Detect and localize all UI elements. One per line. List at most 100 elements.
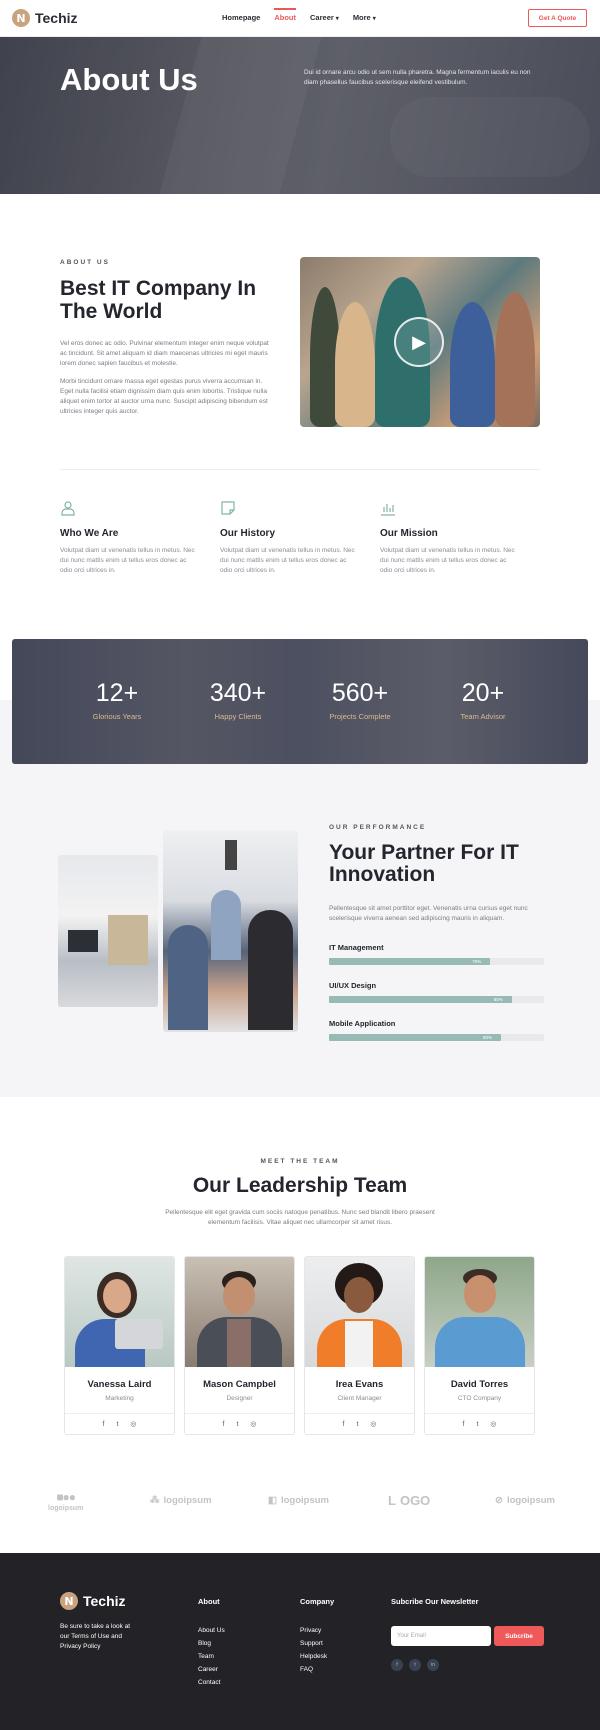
footer-description: Be sure to take a look at our Terms of U… — [60, 1623, 131, 1650]
instagram-icon[interactable]: ◎ — [130, 1420, 136, 1428]
client-logo-text: logoipsum — [163, 1495, 212, 1506]
stat-item: 12+ Glorious Years — [62, 679, 172, 721]
shirt-shape — [227, 1319, 251, 1367]
logo-dots-icon: ⁂ — [150, 1495, 160, 1506]
client-logo: ◧ logoipsum — [268, 1495, 329, 1506]
footer-brand-logo[interactable]: N Techiz — [60, 1592, 126, 1610]
twitter-icon[interactable]: t — [356, 1421, 358, 1428]
feature-title: Our History — [220, 528, 276, 539]
avatar — [305, 1257, 414, 1367]
twitter-icon[interactable]: t — [476, 1421, 478, 1428]
monitor-shape — [68, 930, 98, 952]
feature-text: Volutpat diam ut venenatis tellus in met… — [380, 547, 515, 574]
brand-logo[interactable]: N Techiz — [12, 9, 78, 27]
person-silhouette — [495, 292, 535, 427]
facebook-icon[interactable]: f — [222, 1421, 224, 1428]
member-role: Client Manager — [337, 1395, 382, 1402]
skill-percent: 75% — [472, 959, 482, 964]
team-heading: Our Leadership Team — [192, 1174, 408, 1197]
menu-item-more[interactable]: More ▾ — [353, 13, 376, 22]
facebook-icon[interactable]: f — [462, 1421, 464, 1428]
social-links: f t ◎ — [305, 1413, 414, 1434]
chevron-down-icon: ▾ — [335, 16, 339, 22]
member-name: Vanessa Laird — [87, 1379, 152, 1390]
social-links: f t ◎ — [425, 1413, 534, 1434]
footer-column-title: Subcribe Our Newsletter — [391, 1597, 479, 1606]
person-silhouette — [248, 910, 293, 1030]
skill-percent: 85% — [493, 997, 503, 1002]
member-role: Designer — [226, 1395, 253, 1402]
instagram-icon[interactable]: ◎ — [370, 1420, 376, 1428]
avatar — [185, 1257, 294, 1367]
footer-newsletter-column: Subcribe Our Newsletter — [391, 1597, 479, 1606]
footer-link[interactable]: Career — [198, 1663, 225, 1676]
page-title: About Us — [60, 62, 198, 97]
feature-text: Volutpat diam ut venenatis tellus in met… — [60, 547, 195, 574]
logo-mark-icon: N — [60, 1592, 78, 1610]
menu-item-homepage[interactable]: Homepage — [222, 13, 260, 22]
face-shape — [464, 1275, 496, 1313]
logo-circle-icon: ⊘ — [495, 1495, 503, 1506]
shirt-shape — [435, 1317, 525, 1367]
footer-link[interactable]: Support — [300, 1637, 334, 1650]
logo-l-icon: L — [388, 1493, 396, 1508]
footer-about-column: About About Us Blog Team Career Contact — [198, 1597, 225, 1689]
about-eyebrow: ABOUT US — [60, 259, 110, 266]
hero-description: Dui id ornare arcu odio ut sem nulla pha… — [304, 69, 531, 86]
stat-label: Glorious Years — [92, 712, 142, 721]
newsletter-email-input[interactable]: Your Email — [391, 1626, 491, 1646]
footer-brand-name: Techiz — [83, 1593, 126, 1609]
footer-link[interactable]: FAQ — [300, 1663, 334, 1676]
client-logo: ⊘ logoipsum — [495, 1495, 555, 1506]
footer-link[interactable]: Contact — [198, 1676, 225, 1689]
footer-column-title: Company — [300, 1597, 335, 1606]
footer-link[interactable]: Helpdesk — [300, 1650, 334, 1663]
twitter-icon[interactable]: t — [236, 1421, 238, 1428]
performance-heading: Your Partner For IT Innovation — [329, 841, 519, 886]
footer-link-list: About Us Blog Team Career Contact — [198, 1624, 225, 1689]
stat-item: 340+ Happy Clients — [183, 679, 293, 721]
lamp-shape — [225, 840, 237, 870]
team-card: David Torres CTO Company f t ◎ — [424, 1256, 535, 1435]
get-quote-button[interactable]: Get A Quote — [528, 9, 587, 27]
person-silhouette — [211, 890, 241, 960]
person-silhouette — [168, 925, 208, 1030]
client-logos: ■●● logoipsum ⁂ logoipsum ◧ logoipsum L … — [0, 1490, 600, 1514]
shirt-shape — [345, 1321, 373, 1367]
client-logo-text: OGO — [399, 1493, 431, 1508]
skill-label: Mobile Application — [329, 1019, 396, 1028]
client-logo: ■●● logoipsum — [48, 1490, 83, 1512]
feature-text: Volutpat diam ut venenatis tellus in met… — [220, 547, 355, 574]
facebook-icon[interactable]: f — [342, 1421, 344, 1428]
footer-link-list: Privacy Support Helpdesk FAQ — [300, 1624, 334, 1676]
footer-company-column: Company Privacy Support Helpdesk FAQ — [300, 1597, 334, 1676]
subscribe-button[interactable]: Subcribe — [494, 1626, 544, 1646]
footer-social-links: f t in — [391, 1659, 439, 1671]
facebook-icon[interactable]: f — [102, 1421, 104, 1428]
play-video-button[interactable]: ▶ — [394, 317, 444, 367]
feature-title: Our Mission — [380, 528, 438, 539]
footer: N Techiz Be sure to take a look at our T… — [0, 1553, 600, 1730]
linkedin-icon[interactable]: in — [427, 1659, 439, 1671]
footer-link[interactable]: About Us — [198, 1624, 225, 1637]
instagram-icon[interactable]: ◎ — [490, 1420, 496, 1428]
instagram-icon[interactable]: ◎ — [250, 1420, 256, 1428]
team-card: Mason Campbel Designer f t ◎ — [184, 1256, 295, 1435]
tablet-shape — [115, 1319, 163, 1349]
menu-item-about[interactable]: About — [274, 8, 296, 22]
skill-bar: UI/UX Design 85% — [329, 981, 544, 1003]
avatar — [425, 1257, 534, 1367]
page: N Techiz Homepage About Career ▾ More ▾ Ge… — [0, 0, 600, 1730]
chevron-down-icon: ▾ — [372, 16, 376, 22]
footer-link[interactable]: Privacy — [300, 1624, 334, 1637]
footer-link[interactable]: Blog — [198, 1637, 225, 1650]
feature-who-we-are: Who We Are Volutpat diam ut venenatis te… — [60, 500, 200, 576]
facebook-icon[interactable]: f — [391, 1659, 403, 1671]
footer-link[interactable]: Team — [198, 1650, 225, 1663]
member-name: Irea Evans — [335, 1379, 384, 1390]
twitter-icon[interactable]: t — [116, 1421, 118, 1428]
twitter-icon[interactable]: t — [409, 1659, 421, 1671]
hero-overlay — [0, 37, 600, 194]
stat-value: 12+ — [95, 679, 139, 707]
menu-item-career[interactable]: Career ▾ — [310, 13, 339, 22]
